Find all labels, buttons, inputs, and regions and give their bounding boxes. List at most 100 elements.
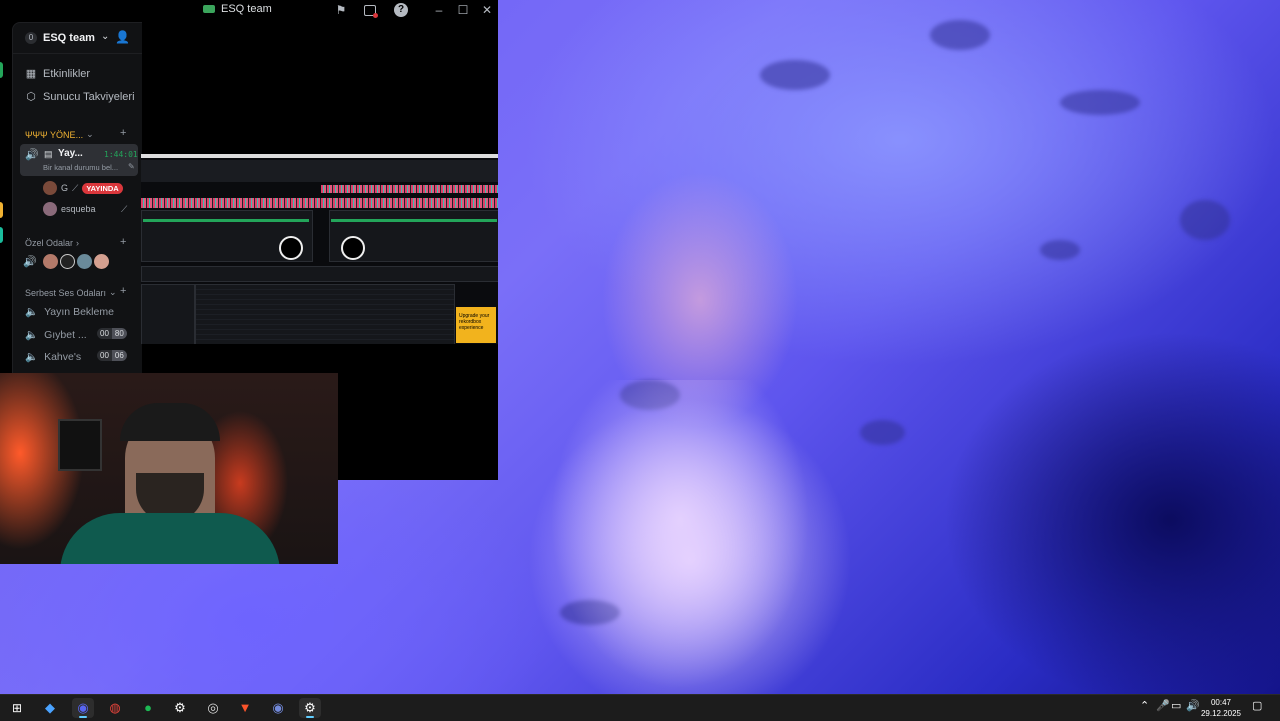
monitor-shape [58,419,102,471]
category-private-label: Özel Odalar [25,238,74,248]
steam-icon[interactable]: ⚙ [169,698,191,718]
avatar [43,202,57,216]
voice-channel-item[interactable]: 🔈 Kahve's [25,350,82,364]
discord-icon[interactable]: ◉ [72,698,94,718]
server-name[interactable]: ESQ team [43,32,95,44]
boost-gem-icon: ⬡ [26,91,36,103]
flag-icon[interactable]: ⚑ [334,3,348,17]
speaker-icon: 🔈 [25,329,39,341]
minimize-button[interactable]: – [430,2,448,18]
waveform-main [141,198,498,208]
clock-date: 29.12.2025 [1200,709,1242,718]
server-header[interactable]: 0 ESQ team ⌄ 👤 [13,23,142,54]
stream-ad-banner: Upgrade your rekordbox experience [456,307,496,343]
edit-pencil-icon[interactable]: ✎ [128,162,135,171]
clock-time: 00:47 [1210,698,1232,707]
video-artifact [930,20,990,50]
voice-user-row[interactable]: esqueba ⟋ [43,202,127,216]
webcam-overlay [0,373,338,564]
avatar [93,254,109,269]
user-limit: 80 [111,328,127,339]
category-admin[interactable]: ΨΨΨ YÖNE... ⌄ [25,129,94,140]
chevron-down-icon: ⌄ [109,287,117,297]
stream-sampler [141,266,498,282]
voice-channel-name: Yay... [58,148,83,159]
explorer-icon[interactable]: ◆ [39,698,61,718]
deck-b-level [331,219,497,222]
network-icon[interactable]: ▭ [1171,699,1181,712]
category-free[interactable]: Serbest Ses Odaları ⌄ [25,287,117,298]
category-free-label: Serbest Ses Odaları [25,287,107,298]
user-limit-pill: 00 06 [97,350,127,361]
window-title-text: ESQ team [221,3,272,15]
invite-people-icon[interactable]: 👤 [115,30,130,44]
video-artifact [1060,90,1140,115]
add-channel-icon[interactable]: + [120,236,126,248]
channel-status: Bir kanal durumu bel... [43,163,119,172]
voice-channel-active[interactable]: 🔊 ▤ Yay... 1:44:01 Bir kanal durumu bel.… [20,144,138,176]
voice-user-row[interactable]: G ⟋ YAYINDA [43,181,123,195]
server-indicator[interactable] [0,62,3,78]
avatar [76,254,92,269]
speaker-icon: 🔈 [25,351,39,363]
private-room-row[interactable]: 🔊 [23,254,109,269]
jog-wheel-b [341,236,365,260]
maximize-button[interactable]: ☐ [454,2,472,18]
brave-icon[interactable]: ▼ [234,698,256,718]
server-indicator[interactable] [0,227,3,243]
inbox-icon[interactable] [364,5,378,18]
channel-sidebar: 0 ESQ team ⌄ 👤 ▦ Etkinlikler ⬡ Sunucu Ta… [12,22,142,373]
server-badge: 0 [25,32,37,44]
jog-wheel-a [279,236,303,260]
obs-icon[interactable]: ◎ [202,698,224,718]
person-silhouette [550,380,810,690]
avatar [42,254,58,269]
category-private[interactable]: Özel Odalar › [25,238,79,248]
avatar [43,181,57,195]
person-jacket [60,513,280,564]
nav-boosts-label: Sunucu Takviyeleri [43,90,135,103]
help-icon[interactable]: ? [394,3,408,17]
chevron-down-icon[interactable]: ⌄ [101,31,109,42]
live-badge: YAYINDA [82,182,123,194]
title-bar: ESQ team ⚑ ? – ☐ ✕ [0,0,498,22]
deafened-icon: ⟋ [72,182,79,193]
discord-ptb-icon[interactable]: ◉ [267,698,289,718]
user-name: G [61,183,69,193]
stream-browser-tree [141,284,195,344]
stream-track-list [195,284,455,344]
video-artifact [1040,240,1080,260]
user-count: 00 [97,350,112,361]
steam-icon[interactable]: ⚙ [299,698,321,718]
voice-channel-item[interactable]: 🔈 Gıybet ... [25,328,87,342]
video-artifact [760,60,830,90]
server-indicator[interactable] [0,202,3,218]
window-title: ESQ team [203,3,272,15]
headset-shape [120,403,220,441]
nav-events[interactable]: ▦ Etkinlikler [25,67,91,81]
volume-icon[interactable]: 🔊 [1186,699,1200,712]
start-windows-icon[interactable]: ⊞ [6,698,28,718]
stream-topbar [141,154,498,158]
user-limit: 06 [111,350,127,361]
nav-boosts[interactable]: ⬡ Sunucu Takviyeleri [25,90,135,104]
voice-channel-item[interactable]: 🔈 Yayın Bekleme [25,305,114,319]
spotify-icon[interactable]: ● [137,698,159,718]
tray-overflow-icon[interactable]: ⌃ [1140,699,1149,712]
add-channel-icon[interactable]: + [120,127,126,139]
deafened-icon: ⟋ [121,203,128,214]
stream-ad-text: Upgrade your rekordbox experience [459,313,490,331]
channel-name: Kahve's [44,350,82,363]
stream-preview[interactable]: Upgrade your rekordbox experience [141,154,498,344]
notifications-icon[interactable]: ▢ [1252,699,1262,712]
add-channel-icon[interactable]: + [120,285,126,297]
close-button[interactable]: ✕ [478,2,496,18]
microphone-icon[interactable]: 🎤 [1156,699,1170,712]
user-limit-pill: 00 80 [97,328,127,339]
chevron-right-icon: › [76,238,80,248]
taskbar-clock[interactable]: 00:47 29.12.2025 [1200,697,1242,719]
voice-timer: 1:44:01 [104,150,138,159]
nav-events-label: Etkinlikler [43,67,91,80]
chrome-icon[interactable]: ◍ [104,698,126,718]
channel-name: Gıybet ... [44,328,87,341]
